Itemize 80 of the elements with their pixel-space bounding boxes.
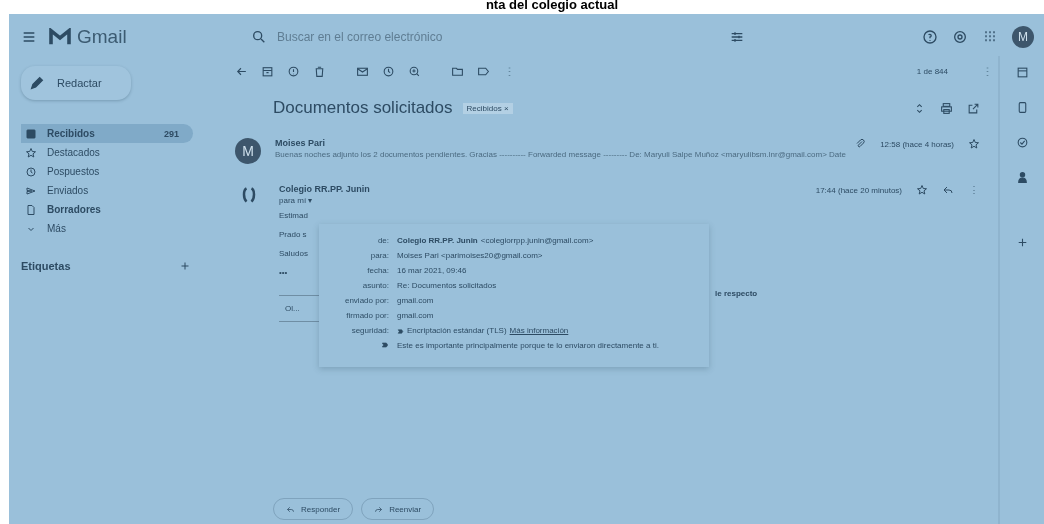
product-name: Gmail — [77, 26, 127, 48]
add-task-icon[interactable] — [408, 64, 421, 78]
settings-icon[interactable] — [952, 29, 968, 45]
detail-label: seguridad: — [350, 326, 389, 336]
item-label: Enviados — [47, 185, 89, 196]
unread-count: 291 — [163, 128, 179, 139]
recipient-toggle[interactable]: para mí ▾ — [279, 196, 370, 205]
reply-icon — [286, 504, 295, 514]
detail-value: Moises Pari <parimoises20@gmail.com> — [397, 251, 543, 261]
send-icon — [25, 184, 37, 197]
account-avatar[interactable]: M — [1012, 26, 1034, 48]
new-window-icon[interactable] — [967, 101, 980, 115]
page-caption: nta del colegio actual — [484, 0, 620, 14]
forward-icon — [374, 504, 384, 514]
clock-icon[interactable] — [382, 64, 395, 78]
detail-label: asunto: — [361, 281, 389, 291]
tasks-icon[interactable] — [1015, 136, 1029, 149]
mail-logo-icon — [49, 28, 71, 46]
page-count: 1 de 844 — [916, 66, 948, 76]
item-label: Destacados — [47, 147, 100, 158]
search-field[interactable]: Buscar en el correo electrónico — [277, 28, 721, 46]
sender-avatar: M — [235, 138, 261, 164]
detail-value: Este es importante principalmente porque te lo enviaron directamente a ti. — [397, 341, 659, 351]
detail-value: 16 mar 2021, 09:46 — [397, 266, 467, 276]
sidebar-item[interactable]: Recibidos 291 — [21, 124, 193, 143]
sender-name: Colegio RR.PP. Junin — [279, 184, 370, 194]
sender-name: Moises Pari — [275, 138, 327, 148]
more-info-link[interactable]: Más información — [509, 326, 569, 336]
body-text: Estimad — [279, 211, 308, 220]
sidebar-item[interactable]: Destacados — [21, 143, 193, 162]
detail-value: Colegio RR.PP. Junin <colegiorrpp.junin@gmail.com> — [397, 236, 594, 246]
help-icon[interactable] — [922, 29, 938, 45]
search-icon[interactable] — [251, 29, 267, 45]
item-label: Más — [47, 223, 66, 234]
alert-icon[interactable] — [287, 64, 300, 78]
body-text: le respecto — [715, 289, 758, 298]
add-icon[interactable] — [179, 260, 191, 272]
detail-label: para: — [369, 251, 389, 261]
attachment-icon — [854, 138, 867, 150]
document-icon — [25, 203, 37, 216]
item-label: Borradores — [47, 204, 101, 215]
sidebar-item[interactable]: Pospuestos — [21, 162, 193, 181]
filter-icon[interactable] — [729, 29, 745, 45]
message-snippet: Buenas noches adjunto los 2 documentos pendientes. Gracias ---------- Forwarded message --------- De: Maryuli Salpe Muñoz <maryulibsm.lnr@gmail.com> Date — [275, 150, 846, 159]
inbox-icon — [25, 127, 37, 140]
print-icon[interactable] — [940, 101, 953, 115]
label-chip[interactable]: Recibidos × — [462, 102, 513, 114]
message-time: 12:58 (hace 4 horas) — [880, 139, 954, 149]
clock-icon — [25, 165, 37, 178]
sidebar-item[interactable]: Enviados — [21, 181, 193, 200]
calendar-icon[interactable] — [1015, 66, 1029, 79]
star-icon[interactable] — [968, 138, 980, 150]
trash-icon[interactable] — [313, 64, 326, 78]
detail-label: de: — [376, 236, 389, 246]
detail-value: Re: Documentos solicitados — [397, 281, 497, 291]
detail-value: gmail.com — [397, 296, 434, 306]
body-text: Saludos — [279, 249, 308, 258]
section-heading: Etiquetas — [21, 260, 71, 272]
email-subject: Documentos solicitados — [273, 98, 453, 118]
sidebar-item[interactable]: Borradores — [21, 200, 193, 219]
item-label: Recibidos — [47, 128, 95, 139]
archive-icon[interactable] — [261, 64, 274, 78]
contacts-icon[interactable] — [1015, 171, 1029, 184]
compose-button[interactable]: Redactar — [21, 66, 131, 100]
star-icon — [25, 146, 37, 159]
menu-icon[interactable] — [21, 29, 37, 45]
pencil-icon — [29, 75, 45, 91]
item-label: Pospuestos — [47, 166, 100, 177]
detail-value: gmail.com — [397, 311, 434, 321]
message-time: 17:44 (hace 20 minutos) — [815, 185, 902, 195]
detail-label: enviado por: — [343, 296, 389, 306]
sidebar-item[interactable]: Más — [21, 219, 193, 238]
detail-label: fecha: — [366, 266, 389, 276]
body-text: Prado s — [279, 230, 307, 239]
reply-icon[interactable] — [942, 184, 954, 196]
detail-label: firmado por: — [345, 311, 389, 321]
star-icon[interactable] — [916, 184, 928, 196]
body-text: ••• — [279, 268, 288, 277]
detail-value: Encriptación estándar (TLS) — [407, 326, 507, 336]
importance-icon — [381, 341, 389, 349]
